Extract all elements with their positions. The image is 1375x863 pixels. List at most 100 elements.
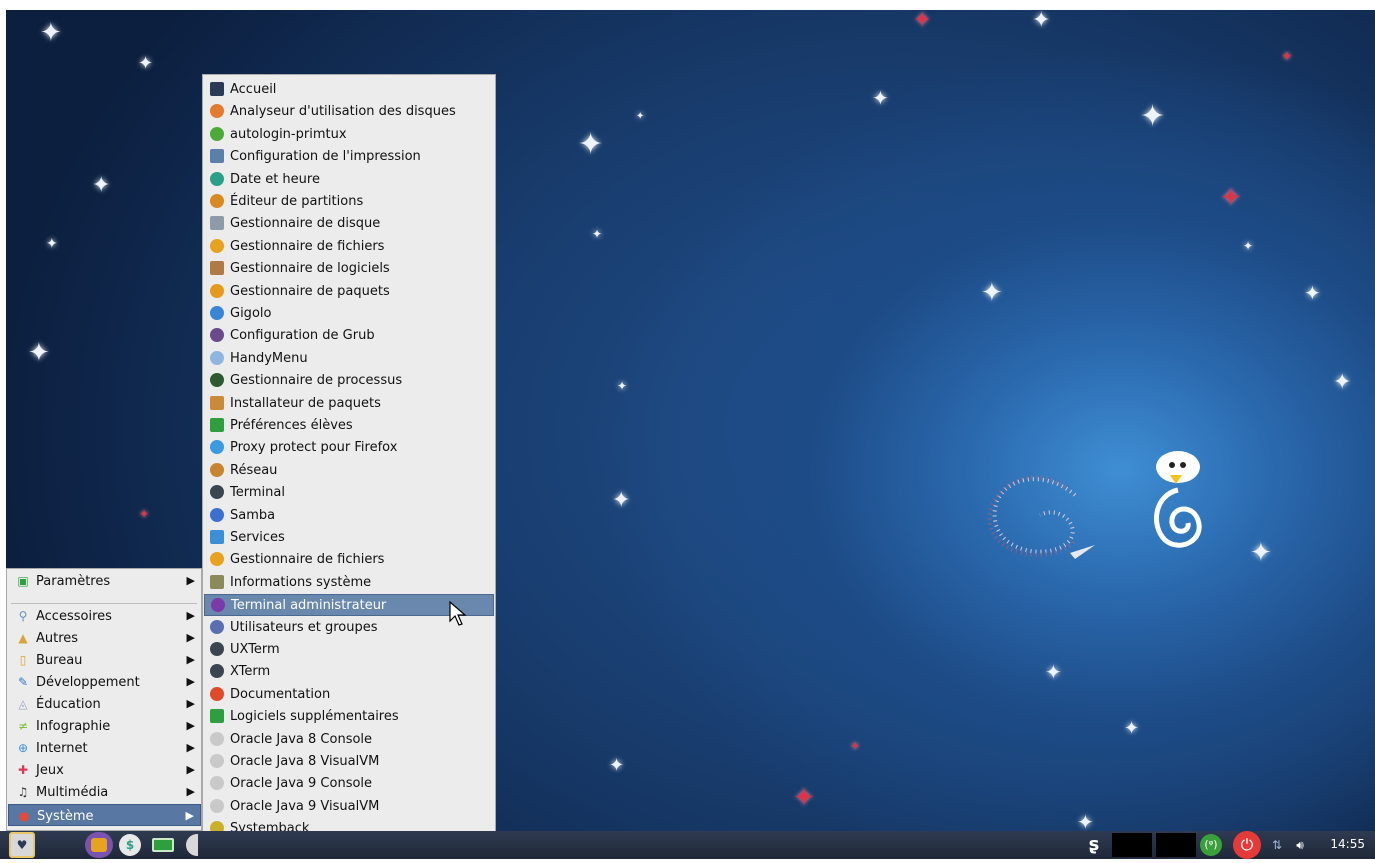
star-icon: ✦ — [40, 18, 62, 48]
app-icon[interactable] — [186, 834, 198, 856]
submenu-item-label: Configuration de l'impression — [230, 149, 421, 165]
services-icon — [210, 530, 224, 544]
submenu-item[interactable]: Terminal — [204, 482, 494, 504]
submenu-item[interactable]: Installateur de paquets — [204, 393, 494, 415]
star-icon: ✦ — [578, 127, 604, 162]
submenu-item[interactable]: Préférences élèves — [204, 415, 494, 437]
main-menu-item-accessoires[interactable]: ⚲ Accessoires ▶ — [8, 605, 201, 627]
submenu-item[interactable]: Accueil — [204, 79, 494, 101]
installer-icon — [210, 395, 224, 410]
submenu-item-label: Oracle Java 9 Console — [230, 776, 373, 792]
submenu-item[interactable]: Analyseur d'utilisation des disques — [204, 101, 494, 123]
main-menu-item-parametres[interactable]: ▣ Paramètres ▶ — [8, 570, 201, 592]
documentation-icon — [210, 686, 224, 701]
submenu-item[interactable]: Réseau — [204, 460, 494, 482]
settings-icon: ▣ — [17, 574, 29, 588]
star-icon: ✦ — [1304, 281, 1321, 305]
primtux-logo — [987, 451, 1202, 559]
submenu-item[interactable]: Gestionnaire de fichiers — [204, 549, 494, 571]
main-menu-item-education[interactable]: ◬ Éducation ▶ — [8, 693, 201, 715]
main-menu-item-developpement[interactable]: ✎ Développement ▶ — [8, 671, 201, 693]
taskbar: ♥ $ ʂ (ᵠ) ⏻ ⇅ 🔊︎ 14:55 — [0, 831, 1375, 859]
submenu-item[interactable]: HandyMenu — [204, 348, 494, 370]
star-icon: ✦ — [872, 86, 889, 110]
terminal-icon[interactable] — [152, 838, 174, 852]
star-icon: ✦ — [28, 338, 50, 368]
submenu-item[interactable]: Oracle Java 9 VisualVM — [204, 796, 494, 818]
submenu-item[interactable]: autologin-primtux — [204, 124, 494, 146]
submenu-item-label: autologin-primtux — [230, 126, 347, 142]
package-icon — [210, 283, 224, 298]
wifi-icon[interactable]: (ᵠ) — [1200, 834, 1222, 856]
star-icon: ✦ — [636, 111, 645, 122]
main-menu-item-label: Développement — [36, 675, 140, 690]
main-menu-item-autres[interactable]: ▲ Autres ▶ — [8, 627, 201, 649]
submenu-item[interactable]: Configuration de l'impression — [204, 146, 494, 168]
submenu-item[interactable]: Gestionnaire de fichiers — [204, 236, 494, 258]
red-star-icon: ✦ — [1281, 49, 1293, 65]
submenu-item[interactable]: Gestionnaire de logiciels — [204, 258, 494, 280]
submenu-item[interactable]: Oracle Java 8 Console — [204, 729, 494, 751]
network-activity-icon[interactable]: ⇅ — [1266, 834, 1288, 856]
submenu-item-label: Terminal — [230, 485, 285, 501]
submenu-item[interactable]: Oracle Java 8 VisualVM — [204, 751, 494, 773]
power-icon[interactable]: ⏻ — [1233, 831, 1261, 859]
star-icon: ✦ — [1032, 8, 1051, 33]
main-menu-item-systeme[interactable]: ● Système ▶ — [8, 804, 201, 826]
submenu-item-label: Oracle Java 8 Console — [230, 731, 373, 747]
submenu-item[interactable]: XTerm — [204, 661, 494, 683]
main-menu-item-infographie[interactable]: ≠ Infographie ▶ — [8, 715, 201, 737]
swap-icon[interactable]: $ — [119, 834, 141, 856]
submenu-item[interactable]: UXTerm — [204, 639, 494, 661]
submenu-item[interactable]: Gestionnaire de disque — [204, 213, 494, 235]
submenu-item-label: Préférences élèves — [230, 418, 353, 433]
admin-terminal-icon — [211, 598, 225, 613]
submenu-item[interactable]: Services — [204, 527, 494, 549]
star-icon: ✦ — [617, 379, 628, 393]
submenu-item[interactable]: Samba — [204, 505, 494, 527]
submenu-item-label: XTerm — [230, 664, 271, 680]
submenu-arrow-icon: ▶ — [185, 809, 194, 822]
submenu-item-label: Gestionnaire de disque — [230, 216, 381, 232]
main-menu-item-multimedia[interactable]: ♫ Multimédia ▶ — [8, 781, 201, 803]
main-menu-item-bureau[interactable]: ▯ Bureau ▶ — [8, 649, 201, 671]
window-frame-top — [0, 0, 1375, 10]
red-star-icon: ✦ — [913, 8, 932, 33]
submenu-item[interactable]: Gestionnaire de processus — [204, 370, 494, 392]
submenu-arrow-icon: ▶ — [186, 675, 195, 688]
submenu-item[interactable]: Documentation — [204, 684, 494, 706]
network-manager-icon[interactable]: ʂ — [1083, 834, 1105, 856]
volume-icon[interactable]: 🔊︎ — [1287, 834, 1313, 856]
submenu-item[interactable]: Gigolo — [204, 303, 494, 325]
submenu-item[interactable]: Informations système — [204, 572, 494, 594]
submenu-item-label: Éditeur de partitions — [230, 194, 364, 209]
submenu-item[interactable]: Gestionnaire de paquets — [204, 281, 494, 303]
internet-icon: ⊕ — [17, 741, 29, 755]
submenu-item[interactable]: Oracle Java 9 Console — [204, 773, 494, 795]
star-icon: ✦ — [92, 173, 111, 198]
java-icon — [210, 754, 224, 768]
submenu-item[interactable]: Proxy protect pour Firefox — [204, 437, 494, 459]
submenu-item-label: Documentation — [230, 686, 331, 702]
main-menu-item-label: Multimédia — [36, 785, 109, 800]
submenu-item-label: Gestionnaire de fichiers — [230, 238, 385, 254]
main-menu-item-jeux[interactable]: ✚ Jeux ▶ — [8, 759, 201, 781]
submenu-arrow-icon: ▶ — [186, 574, 195, 587]
submenu-item[interactable]: Logiciels supplémentaires — [204, 706, 494, 728]
submenu-item[interactable]: Configuration de Grub — [204, 325, 494, 347]
main-menu-item-label: Bureau — [36, 653, 83, 668]
main-menu-item-label: Système — [37, 809, 94, 824]
start-menu-button[interactable]: ♥ — [9, 832, 35, 858]
submenu-item[interactable]: Éditeur de partitions — [204, 191, 494, 213]
submenu-item-label: Services — [230, 530, 285, 545]
development-icon: ✎ — [17, 675, 29, 689]
submenu-item-label: Installateur de paquets — [230, 395, 381, 411]
submenu-item[interactable]: Date et heure — [204, 169, 494, 191]
submenu-arrow-icon: ▶ — [186, 763, 195, 776]
file-manager-icon[interactable] — [91, 838, 107, 852]
main-menu-item-internet[interactable]: ⊕ Internet ▶ — [8, 737, 201, 759]
tray-slot — [1156, 833, 1196, 857]
star-icon: ✦ — [981, 278, 1003, 308]
clock[interactable]: 14:55 — [1330, 837, 1365, 851]
home-icon — [210, 82, 224, 96]
